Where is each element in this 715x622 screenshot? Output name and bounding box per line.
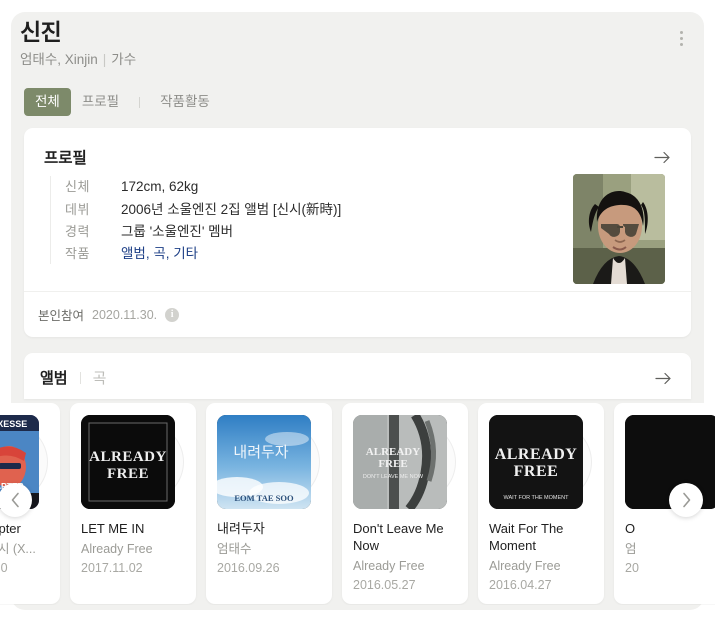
subtitle-separator: | [102, 52, 107, 67]
arrow-right-icon[interactable] [652, 367, 674, 389]
album-card[interactable]: 내려두자 EOM TAE SOO 내려두자 엄태수 2016.09.26 [206, 403, 332, 604]
album-title: O [625, 521, 636, 536]
tab-works[interactable]: 작품활동 [149, 88, 221, 116]
svg-text:ALREADY: ALREADY [366, 446, 420, 458]
profile-label: 데뷔 [65, 202, 90, 217]
svg-text:EOM TAE SOO: EOM TAE SOO [234, 493, 294, 503]
kebab-menu-icon[interactable] [671, 26, 691, 50]
album-date: 2018.05.10 [0, 561, 8, 575]
svg-text:FREE: FREE [514, 463, 559, 480]
album-card[interactable]: ALREADY FREE LET ME IN Already Free 2017… [70, 403, 196, 604]
album-artist: 엄태수 [217, 542, 252, 556]
album-title: New Chapter [0, 521, 21, 536]
album-artist: 엄 [625, 542, 637, 556]
profile-row: 경력 그룹 '소울엔진' 멤버 [65, 220, 341, 242]
svg-text:FREE: FREE [107, 466, 149, 482]
profile-row: 데뷔 2006년 소울엔진 2집 앨범 [신시(新時)] [65, 198, 341, 220]
profile-label: 작품 [65, 246, 90, 261]
album-card[interactable]: ALREADY FREE DON'T LEAVE ME NOW Don't Le… [342, 403, 468, 604]
album-carousel: XINJIN & XESSE NEW CHAPTER New Chapter 신… [0, 403, 715, 605]
album-cover: ALREADY FREE WAIT FOR THE MOMENT [489, 415, 583, 509]
profile-value: 2006년 소울엔진 2집 앨범 [신시(新時)] [121, 202, 342, 217]
album-artist: Already Free [489, 559, 561, 573]
profile-works-links[interactable]: 앨범, 곡, 기타 [121, 242, 198, 262]
profile-label: 신체 [65, 179, 90, 194]
tab-divider [139, 96, 141, 108]
album-title: Wait For The Moment [489, 521, 564, 553]
album-artist: Already Free [353, 559, 425, 573]
svg-text:ALREADY: ALREADY [495, 446, 578, 463]
artist-header: 신진 엄태수, Xinjin | 가수 [20, 18, 695, 68]
album-cover: ALREADY FREE DON'T LEAVE ME NOW [353, 415, 447, 509]
own-participation-label: 본인참여 [38, 309, 85, 323]
album-cover: ALREADY FREE [81, 415, 175, 509]
profile-card: 프로필 신체 172cm, 62kg 데뷔 2006년 소울엔진 2집 앨범 [… [24, 128, 691, 337]
own-participation-date: 2020.11.30. [92, 307, 158, 322]
artist-alias: 엄태수, Xinjin [20, 52, 98, 67]
main-tabs: 전체 프로필 작품활동 [24, 88, 221, 116]
svg-text:ALREADY: ALREADY [89, 449, 167, 465]
page-title: 신진 [20, 19, 62, 45]
profile-value: 그룹 '소울엔진' 멤버 [121, 224, 234, 239]
album-date: 2017.11.02 [81, 561, 143, 575]
album-title: LET ME IN [81, 521, 145, 536]
profile-value: 172cm, 62kg [121, 179, 199, 194]
profile-card-header: 프로필 [44, 146, 673, 168]
album-date: 2016.05.27 [353, 578, 416, 592]
artist-subtitle: 엄태수, Xinjin | 가수 [20, 51, 695, 68]
arrow-right-icon[interactable] [651, 146, 673, 168]
svg-text:내려두자: 내려두자 [233, 444, 288, 461]
album-title: Don't Leave Me Now [353, 521, 444, 553]
album-card[interactable]: ALREADY FREE WAIT FOR THE MOMENT Wait Fo… [478, 403, 604, 604]
chevron-right-icon[interactable] [669, 483, 703, 517]
album-cover: 내려두자 EOM TAE SOO [217, 415, 311, 509]
album-section-header: 앨범 곡 [24, 353, 691, 399]
svg-text:XINJIN & XESSE: XINJIN & XESSE [0, 419, 27, 429]
artist-photo [573, 174, 665, 284]
page-root: 신진 엄태수, Xinjin | 가수 전체 프로필 작품활동 프로필 신체 172… [0, 0, 715, 622]
album-artist: Already Free [81, 542, 153, 556]
album-cover-wrap: ALREADY FREE DON'T LEAVE ME NOW [353, 415, 456, 509]
album-tab-divider [79, 371, 81, 384]
tab-profile[interactable]: 프로필 [71, 88, 130, 116]
album-tabs: 앨범 곡 [40, 367, 106, 388]
svg-text:FREE: FREE [378, 458, 407, 470]
profile-details: 신체 172cm, 62kg 데뷔 2006년 소울엔진 2집 앨범 [신시(新… [50, 176, 341, 264]
album-cover-wrap: ALREADY FREE [81, 415, 184, 509]
album-date: 2016.04.27 [489, 578, 552, 592]
tab-all[interactable]: 전체 [24, 88, 71, 116]
album-date: 20 [625, 561, 639, 575]
album-artist: 신진 앤 제시 (X... [0, 542, 36, 556]
own-participation-row: 본인참여 2020.11.30. i [24, 291, 691, 337]
album-cover-wrap: 내려두자 EOM TAE SOO [217, 415, 320, 509]
profile-label: 경력 [65, 224, 90, 239]
album-title: 내려두자 [217, 521, 265, 536]
info-icon[interactable]: i [165, 307, 180, 322]
profile-title: 프로필 [44, 150, 87, 167]
tab-songs[interactable]: 곡 [93, 367, 107, 388]
artist-role: 가수 [111, 52, 137, 67]
svg-text:WAIT FOR THE MOMENT: WAIT FOR THE MOMENT [504, 495, 570, 501]
album-date: 2016.09.26 [217, 561, 280, 575]
tab-albums[interactable]: 앨범 [40, 367, 68, 388]
svg-text:DON'T LEAVE ME NOW: DON'T LEAVE ME NOW [363, 474, 424, 480]
profile-row: 신체 172cm, 62kg [65, 176, 341, 198]
album-cover-wrap: ALREADY FREE WAIT FOR THE MOMENT [489, 415, 592, 509]
profile-row: 작품 앨범, 곡, 기타 [65, 242, 341, 264]
album-track: XINJIN & XESSE NEW CHAPTER New Chapter 신… [0, 403, 715, 604]
